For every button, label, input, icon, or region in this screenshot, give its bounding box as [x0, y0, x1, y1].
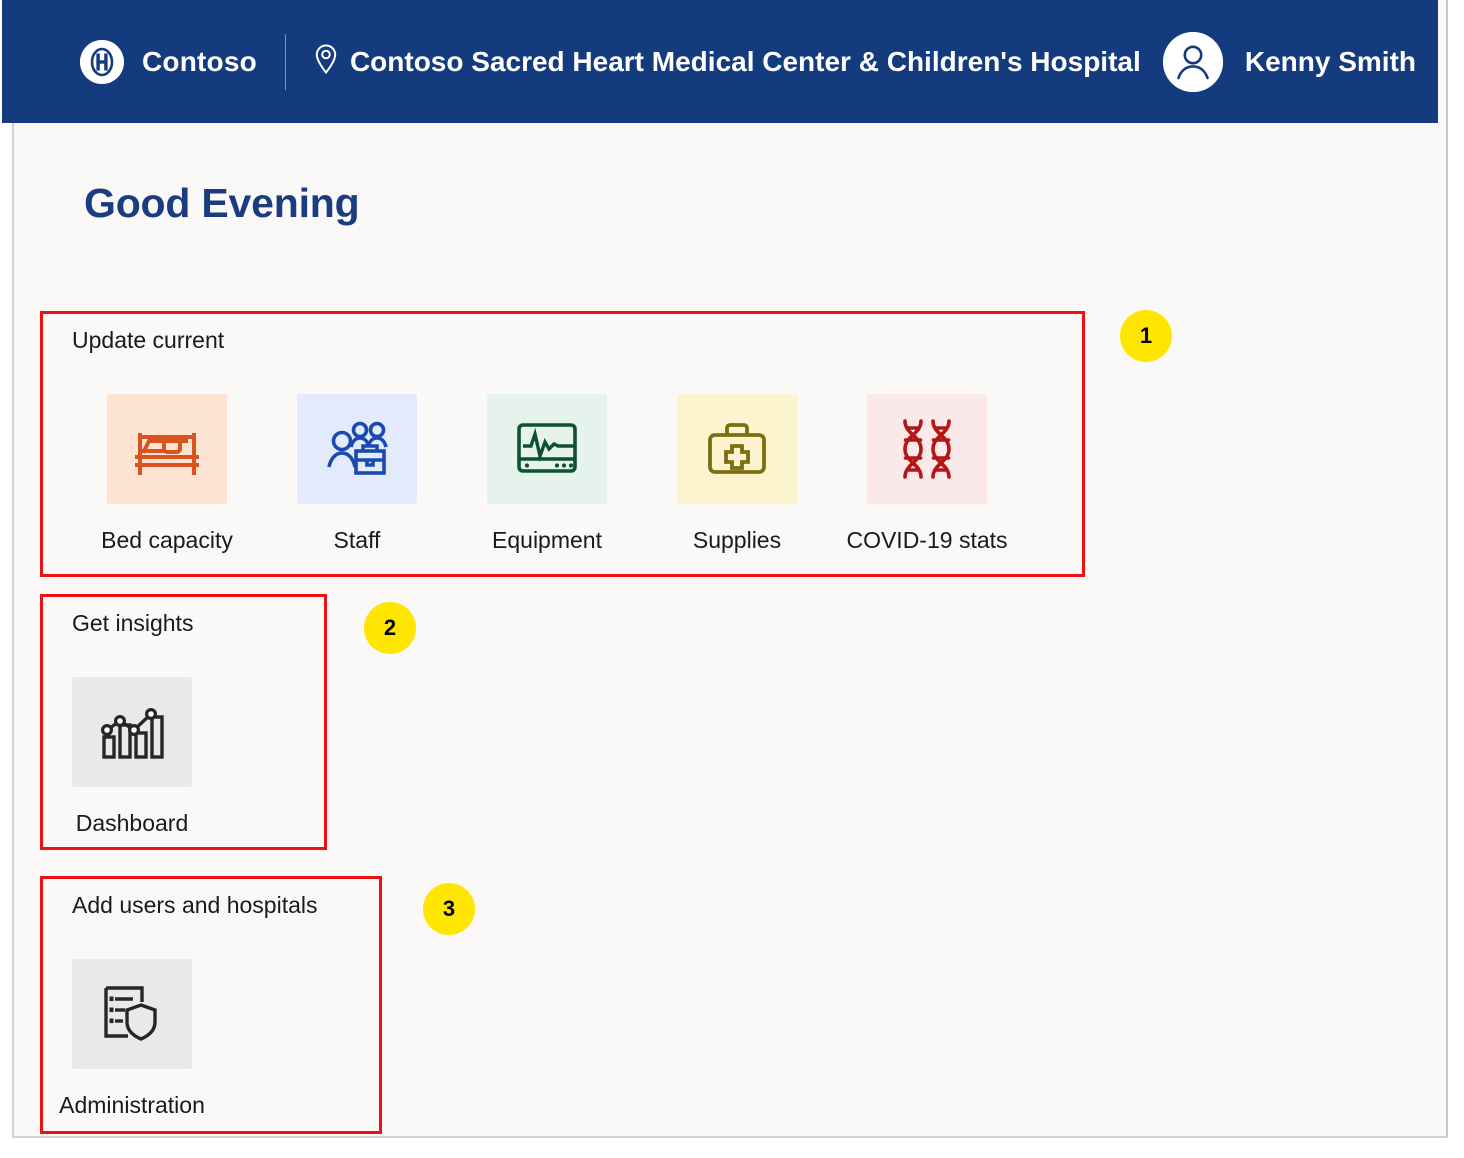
tile-bed-capacity[interactable]: Bed capacity	[72, 394, 262, 554]
tile-label: Dashboard	[75, 810, 189, 836]
header-divider	[284, 33, 286, 90]
bar-chart-trend-icon	[72, 677, 192, 787]
document-shield-icon	[72, 959, 192, 1069]
facility-name: Contoso Sacred Heart Medical Center & Ch…	[349, 45, 1141, 77]
tile-row-get-insights: Dashboard	[72, 677, 192, 837]
tile-covid19-stats[interactable]: COVID-19 stats	[832, 394, 1022, 554]
dna-helix-icon	[867, 394, 987, 504]
section-title-add-users-and-hospitals: Add users and hospitals	[72, 892, 318, 918]
tile-label: Staff	[333, 527, 381, 553]
facility-selector[interactable]: Contoso Sacred Heart Medical Center & Ch…	[314, 43, 1141, 80]
tile-label: COVID-19 stats	[846, 527, 1008, 553]
app-header: Contoso Contoso Sacred Heart Medical Cen…	[2, 0, 1438, 123]
tile-label: Administration	[59, 1092, 205, 1118]
user-menu[interactable]: Kenny Smith	[1162, 31, 1416, 92]
medical-bag-icon	[677, 394, 797, 504]
tile-staff[interactable]: Staff	[262, 394, 452, 554]
section-title-update-current: Update current	[72, 327, 225, 353]
app-window: Contoso Contoso Sacred Heart Medical Cen…	[2, 0, 1448, 1138]
tile-label: Bed capacity	[101, 527, 233, 553]
callout-badge-3: 3	[423, 883, 475, 935]
section-update-current: Update current Bed capacity Staff Equipm…	[40, 311, 1085, 577]
section-title-get-insights: Get insights	[72, 610, 194, 636]
tile-label: Equipment	[492, 527, 602, 553]
callout-badge-2: 2	[364, 602, 416, 654]
brand-name: Contoso	[142, 45, 257, 77]
hospital-bed-icon	[107, 394, 227, 504]
brand-home-link[interactable]: Contoso	[80, 39, 257, 84]
vitals-monitor-icon	[487, 394, 607, 504]
callout-badge-1: 1	[1120, 310, 1172, 362]
section-add-users-and-hospitals: Add users and hospitals Administration	[40, 876, 382, 1134]
user-name: Kenny Smith	[1244, 45, 1416, 77]
staff-people-icon	[297, 394, 417, 504]
user-avatar-icon	[1162, 31, 1223, 92]
tile-row-administration: Administration	[59, 959, 205, 1119]
page-title: Good Evening	[84, 180, 360, 226]
tile-label: Supplies	[692, 527, 782, 553]
section-get-insights: Get insights Dashboard	[40, 594, 327, 850]
map-pin-icon	[314, 43, 338, 80]
tile-dashboard[interactable]: Dashboard	[72, 677, 192, 837]
tile-administration[interactable]: Administration	[59, 959, 205, 1119]
hospital-h-logo-icon	[80, 39, 124, 84]
tile-row-update-current: Bed capacity Staff Equipment Supplies CO…	[72, 394, 1022, 554]
tile-equipment[interactable]: Equipment	[452, 394, 642, 554]
tile-supplies[interactable]: Supplies	[642, 394, 832, 554]
